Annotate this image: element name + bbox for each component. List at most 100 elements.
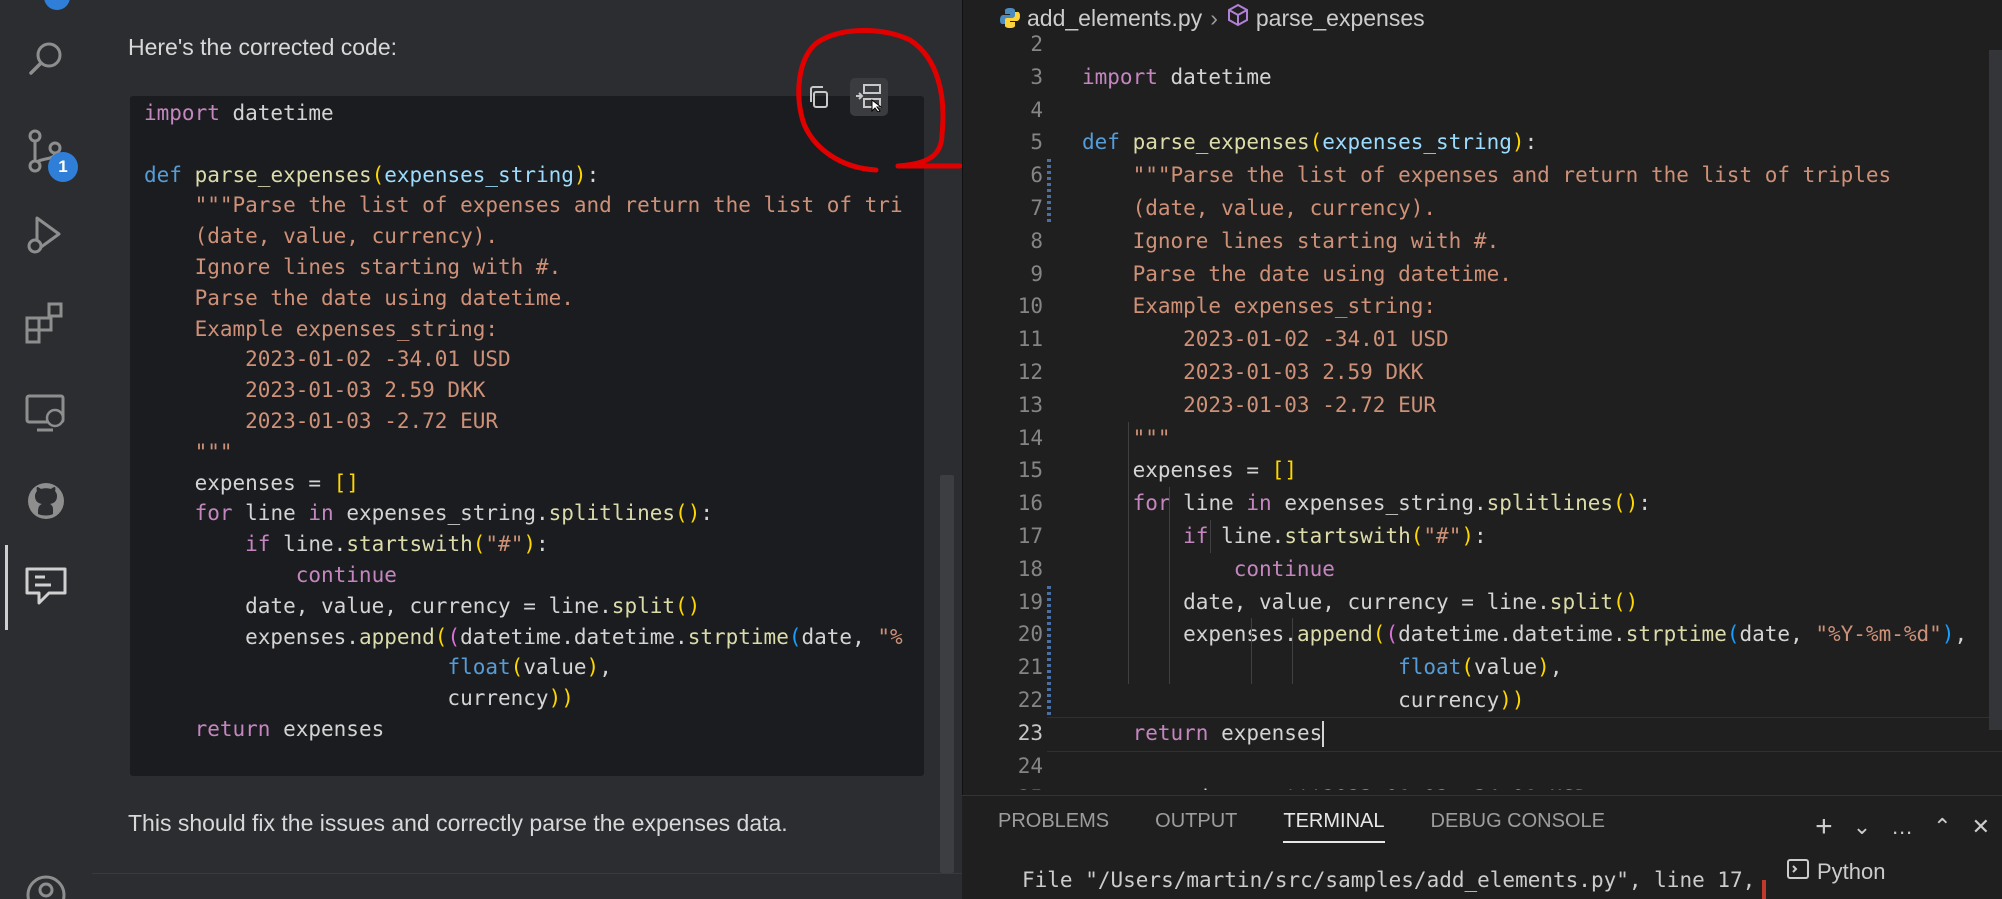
chat-code-line: 2023-01-03 2.59 DKK xyxy=(144,378,486,403)
editor-code-text: Example expenses_string: xyxy=(1082,294,1437,319)
line-number: 7 xyxy=(1030,195,1043,220)
github-icon[interactable] xyxy=(23,478,69,524)
active-indicator xyxy=(5,545,8,630)
bottom-panel: PROBLEMS OUTPUT TERMINAL DEBUG CONSOLE + ⌄ … xyxy=(962,795,2002,899)
editor-line: 13 2023-01-03 -2.72 EUR xyxy=(963,389,2002,422)
editor-code-text: if line.startswith("#"): xyxy=(1183,523,1487,548)
new-terminal-icon[interactable]: + xyxy=(1815,810,1833,844)
chat-code-line: 2023-01-03 -2.72 EUR xyxy=(144,408,499,433)
editor-line: 16 for line in expenses_string.splitline… xyxy=(963,487,2002,520)
editor-code-text: continue xyxy=(1233,556,1335,581)
editor-code-text: date, value, currency = line.split() xyxy=(1082,589,1639,614)
chat-code-line: 2023-01-02 -34.01 USD xyxy=(144,347,511,372)
editor-line: 5 def parse_expenses(expenses_string): xyxy=(963,126,2002,159)
panel-tab-terminal[interactable]: TERMINAL xyxy=(1283,810,1385,843)
line-number: 10 xyxy=(1017,294,1043,319)
editor-line: 23 return expenses xyxy=(963,716,2002,752)
editor-code-text: import datetime xyxy=(1082,64,1272,89)
more-actions-icon[interactable]: … xyxy=(1891,814,1913,840)
editor-code-text: expenses.append((datetime.datetime.strpt… xyxy=(1082,622,1968,647)
panel-tab-debug-console[interactable]: DEBUG CONSOLE xyxy=(1431,810,1605,843)
editor-code-text: (date, value, currency). xyxy=(1082,195,1437,220)
chat-code-line: for line in expenses_string.splitlines()… xyxy=(194,501,714,526)
editor-line: 4 xyxy=(963,94,2002,127)
editor-line: 14 """ xyxy=(963,422,2002,455)
run-and-debug-icon[interactable] xyxy=(23,212,69,258)
panel-tab-output[interactable]: OUTPUT xyxy=(1155,810,1237,843)
chat-intro-text: Here's the corrected code: xyxy=(128,34,398,60)
chat-outro-text: This should fix the issues and correctly… xyxy=(128,810,788,836)
chat-panel: Here's the corrected code: import dateti… xyxy=(92,0,963,899)
chat-code-line: expenses = [] xyxy=(144,470,359,495)
editor-code-text: float(value), xyxy=(1398,655,1563,680)
chat-code-line: float(value), xyxy=(447,655,612,680)
indent-guide xyxy=(1292,618,1293,684)
remote-explorer-icon[interactable] xyxy=(23,390,69,436)
panel-actions: + ⌄ … ⌃ ✕ xyxy=(1815,810,1990,844)
close-panel-icon[interactable]: ✕ xyxy=(1972,814,1990,840)
chat-input-area[interactable] xyxy=(92,873,962,899)
extensions-icon[interactable] xyxy=(23,300,69,346)
editor-code-text: """ xyxy=(1082,425,1171,450)
chat-code-line: """Parse the list of expenses and return… xyxy=(144,193,903,218)
line-number: 5 xyxy=(1030,130,1043,155)
editor-line: 24 xyxy=(963,750,2002,783)
line-number: 9 xyxy=(1030,261,1043,286)
line-number: 23 xyxy=(1017,720,1043,745)
editor-scrollbar[interactable] xyxy=(1989,50,2002,730)
maximize-panel-icon[interactable]: ⌃ xyxy=(1933,814,1951,840)
activity-bar: 1 xyxy=(0,0,93,899)
editor-line: 9 Parse the date using datetime. xyxy=(963,258,2002,291)
indent-guide xyxy=(1169,487,1170,684)
chat-scrollbar[interactable] xyxy=(940,475,954,873)
editor-line: 12 2023-01-03 2.59 DKK xyxy=(963,356,2002,389)
chat-code-line: continue xyxy=(295,562,397,587)
terminal-marker xyxy=(1762,880,1766,899)
editor-line: 20 expenses.append((datetime.datetime.st… xyxy=(963,618,2002,651)
editor-code-text: currency)) xyxy=(1082,687,1525,712)
editor-code-text: expenses = [] xyxy=(1082,458,1297,483)
account-icon[interactable] xyxy=(23,872,69,899)
editor-line: 2 xyxy=(963,28,2002,61)
line-number: 14 xyxy=(1017,425,1043,450)
git-change-indicator[interactable] xyxy=(1047,585,1051,717)
terminal-instance[interactable]: Python xyxy=(1787,858,1886,886)
chat-code-line: Ignore lines starting with #. xyxy=(144,254,562,279)
editor-line: 25 expenses_data = '''2023-01-02 -34.01 U… xyxy=(963,782,2002,790)
line-number: 25 xyxy=(963,782,1043,790)
editor-code-text: def parse_expenses(expenses_string): xyxy=(1082,130,1538,155)
editor-line: 21 float(value), xyxy=(963,651,2002,684)
editor-code-text: Ignore lines starting with #. xyxy=(1082,228,1500,253)
line-number: 15 xyxy=(1017,458,1043,483)
line-number: 4 xyxy=(1030,97,1043,122)
git-change-indicator[interactable] xyxy=(1047,159,1051,225)
search-icon[interactable] xyxy=(23,36,69,82)
indent-guide xyxy=(1251,618,1252,684)
text-cursor xyxy=(1322,720,1325,747)
editor-line: 7 (date, value, currency). xyxy=(963,192,2002,225)
code-editor[interactable]: 2 3 import datetime 4 5 def parse_expenses(ex… xyxy=(963,28,2002,790)
indent-guide xyxy=(1210,520,1211,553)
line-number: 18 xyxy=(1017,556,1043,581)
chat-code[interactable]: import datetime def parse_expenses(expen… xyxy=(130,98,924,745)
chat-code-line: expenses.append((datetime.datetime.strpt… xyxy=(144,624,903,649)
editor-code-text: 2023-01-03 2.59 DKK xyxy=(1082,359,1424,384)
editor-line: 11 2023-01-02 -34.01 USD xyxy=(963,323,2002,356)
indent-guide xyxy=(1128,421,1129,684)
editor-line: 10 Example expenses_string: xyxy=(963,290,2002,323)
chat-code-line: if line.startswith("#"): xyxy=(245,532,549,557)
editor-code-text: return expenses xyxy=(1132,720,1325,747)
panel-tab-problems[interactable]: PROBLEMS xyxy=(998,810,1109,843)
chat-code-line: (date, value, currency). xyxy=(144,224,499,249)
chat-icon[interactable] xyxy=(23,563,69,609)
line-number: 22 xyxy=(1017,687,1043,712)
editor-line: 8 Ignore lines starting with #. xyxy=(963,225,2002,258)
terminal-output[interactable]: File "/Users/martin/src/samples/add_elem… xyxy=(1022,868,1755,892)
chat-code-line: date, value, currency = line.split() xyxy=(144,593,701,618)
editor-line: 22 currency)) xyxy=(963,684,2002,717)
terminal-dropdown-icon[interactable]: ⌄ xyxy=(1853,814,1871,840)
line-number: 16 xyxy=(1017,491,1043,516)
vscode-window: { "activity_bar": { "items": [ {"name": … xyxy=(0,0,2002,899)
terminal-name: Python xyxy=(1817,859,1886,884)
editor-line: 3 import datetime xyxy=(963,61,2002,94)
